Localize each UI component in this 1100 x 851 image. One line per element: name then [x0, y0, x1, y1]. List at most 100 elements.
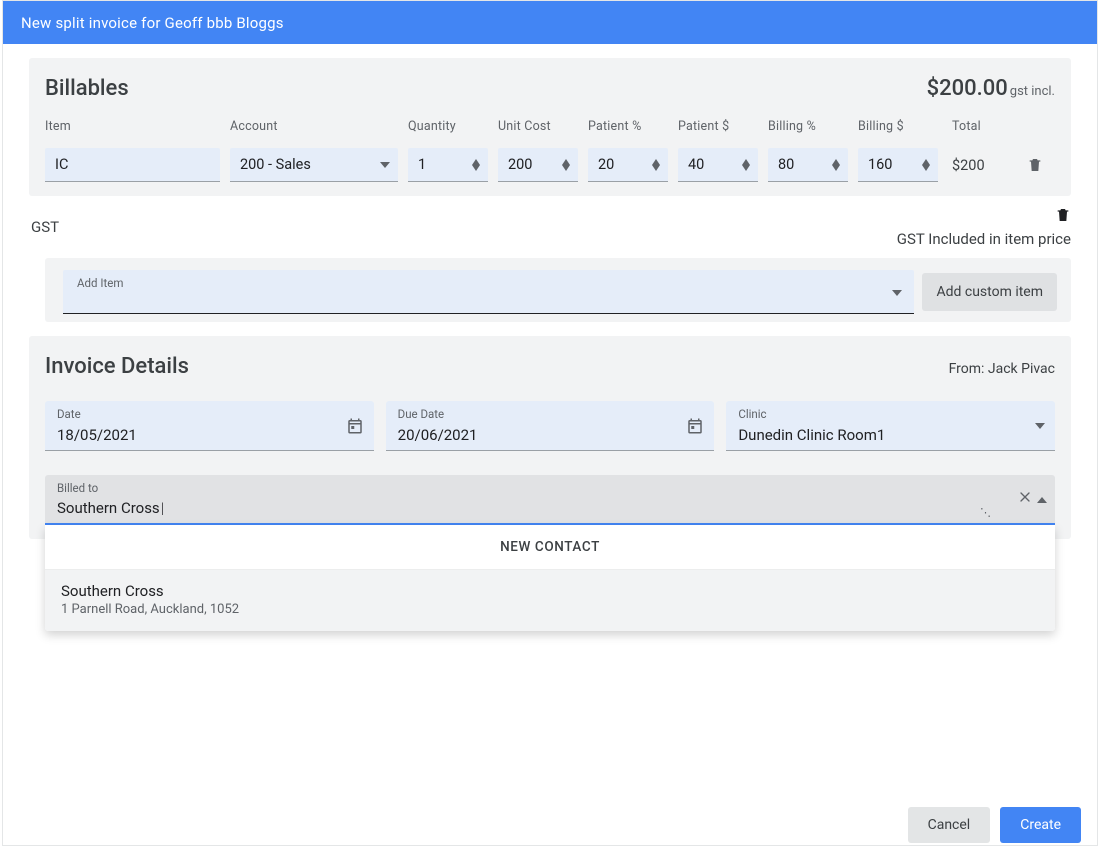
clinic-label: Clinic [738, 407, 766, 421]
dialog-titlebar: New split invoice for Geoff bbb Bloggs [3, 1, 1097, 44]
invoice-title: Invoice Details [45, 354, 189, 379]
billing-amt-input[interactable]: 160 [858, 148, 938, 182]
delete-billables-button[interactable] [1055, 206, 1071, 224]
ac-item-address: 1 Parnell Road, Auckland, 1052 [61, 602, 1039, 617]
caret-down-icon [892, 284, 902, 300]
chevron-down-icon [652, 165, 660, 171]
from-name: Jack Pivac [988, 361, 1055, 377]
autocomplete-item[interactable]: Southern Cross 1 Parnell Road, Auckland,… [45, 570, 1055, 631]
gst-incl-text: gst incl. [1010, 84, 1055, 99]
billed-to-label: Billed to [57, 481, 98, 495]
billed-to-input[interactable]: Billed to Southern Cross ⋱ [45, 475, 1055, 525]
col-patient-pct: Patient % [588, 119, 668, 134]
clear-button[interactable] [1017, 489, 1033, 509]
ac-item-name: Southern Cross [61, 582, 1039, 600]
from-label: From: [949, 361, 988, 377]
gst-note: GST Included in item price [897, 230, 1071, 248]
billables-header: Billables $200.00gst incl. [45, 76, 1055, 101]
patient-amt-value: 40 [688, 156, 738, 173]
row-total: $200 [948, 157, 1005, 174]
dialog-window: New split invoice for Geoff bbb Bloggs B… [2, 0, 1098, 846]
caret-down-icon [1035, 423, 1045, 429]
gst-label: GST [31, 218, 59, 236]
unit-cost-input[interactable]: 200 [498, 148, 578, 182]
col-billing-amt: Billing $ [858, 119, 938, 134]
caret-down-icon [380, 162, 390, 168]
unit-cost-value: 200 [508, 156, 558, 173]
col-billing-pct: Billing % [768, 119, 848, 134]
billing-pct-stepper[interactable] [832, 159, 840, 171]
billables-title: Billables [45, 76, 129, 101]
col-total: Total [948, 119, 1005, 134]
col-patient-amt: Patient $ [678, 119, 758, 134]
add-item-select[interactable]: Add Item [63, 270, 914, 314]
patient-amt-stepper[interactable] [742, 159, 750, 171]
cancel-label: Cancel [928, 817, 971, 833]
item-value: IC [55, 156, 68, 173]
calendar-icon[interactable] [346, 416, 364, 436]
due-date-field[interactable]: Due Date 20/06/2021 [386, 401, 715, 451]
add-custom-item-button[interactable]: Add custom item [922, 273, 1057, 311]
gst-row: GST GST Included in item price [31, 206, 1071, 248]
patient-amt-input[interactable]: 40 [678, 148, 758, 182]
chevron-down-icon [832, 165, 840, 171]
item-input[interactable]: IC [45, 148, 220, 182]
billed-to-combobox: Billed to Southern Cross ⋱ NEW CON [45, 475, 1055, 525]
billing-pct-value: 80 [778, 156, 828, 173]
cancel-button[interactable]: Cancel [908, 807, 991, 843]
patient-pct-value: 20 [598, 156, 648, 173]
quantity-value: 1 [418, 156, 468, 173]
billables-total-wrap: $200.00gst incl. [927, 76, 1055, 101]
col-quantity: Quantity [408, 119, 488, 134]
chevron-down-icon [562, 165, 570, 171]
new-contact-label: NEW CONTACT [500, 539, 600, 555]
clinic-value: Dunedin Clinic Room1 [738, 426, 885, 444]
invoice-header: Invoice Details From: Jack Pivac [45, 354, 1055, 379]
dropdown-toggle[interactable] [1037, 489, 1047, 509]
new-contact-option[interactable]: NEW CONTACT [45, 525, 1055, 570]
chevron-down-icon [922, 165, 930, 171]
add-item-bar: Add Item Add custom item [45, 258, 1071, 322]
billing-amt-stepper[interactable] [922, 159, 930, 171]
add-item-label: Add Item [77, 276, 123, 290]
patient-pct-stepper[interactable] [652, 159, 660, 171]
quantity-stepper[interactable] [472, 159, 480, 171]
date-value: 18/05/2021 [57, 426, 137, 444]
billed-to-value: Southern Cross [57, 499, 164, 517]
invoice-from: From: Jack Pivac [949, 361, 1055, 377]
billable-row: IC 200 - Sales 1 200 [45, 148, 1055, 182]
calendar-icon[interactable] [686, 416, 704, 436]
due-date-value: 20/06/2021 [398, 426, 478, 444]
col-unit-cost: Unit Cost [498, 119, 578, 134]
delete-row-button[interactable] [1015, 156, 1055, 174]
add-custom-label: Add custom item [936, 284, 1043, 300]
billables-columns: Item Account Quantity Unit Cost Patient … [45, 119, 1055, 134]
account-select[interactable]: 200 - Sales [230, 148, 398, 182]
create-label: Create [1020, 817, 1061, 833]
trash-icon [1027, 156, 1043, 174]
resize-handle-icon: ⋱ [980, 506, 991, 519]
close-icon [1017, 489, 1033, 505]
invoice-fields-row: Date 18/05/2021 Due Date 20/06/2021 Clin… [45, 401, 1055, 451]
dialog-footer: Cancel Create [908, 807, 1081, 843]
content-area: Billables $200.00gst incl. Item Account … [3, 44, 1097, 845]
patient-pct-input[interactable]: 20 [588, 148, 668, 182]
col-item: Item [45, 119, 220, 134]
chevron-down-icon [742, 165, 750, 171]
invoice-details-panel: Invoice Details From: Jack Pivac Date 18… [29, 336, 1071, 539]
dialog-title: New split invoice for Geoff bbb Bloggs [21, 14, 284, 32]
trash-icon [1055, 206, 1071, 224]
due-date-label: Due Date [398, 407, 445, 421]
billables-total: $200.00 [927, 76, 1008, 101]
caret-up-icon [1037, 497, 1047, 503]
account-value: 200 - Sales [240, 156, 380, 173]
billing-pct-input[interactable]: 80 [768, 148, 848, 182]
quantity-input[interactable]: 1 [408, 148, 488, 182]
billables-panel: Billables $200.00gst incl. Item Account … [29, 58, 1071, 196]
unit-cost-stepper[interactable] [562, 159, 570, 171]
clinic-select[interactable]: Clinic Dunedin Clinic Room1 [726, 401, 1055, 451]
date-field[interactable]: Date 18/05/2021 [45, 401, 374, 451]
autocomplete-popup: NEW CONTACT Southern Cross 1 Parnell Roa… [45, 525, 1055, 631]
col-account: Account [230, 119, 398, 134]
create-button[interactable]: Create [1000, 807, 1081, 843]
